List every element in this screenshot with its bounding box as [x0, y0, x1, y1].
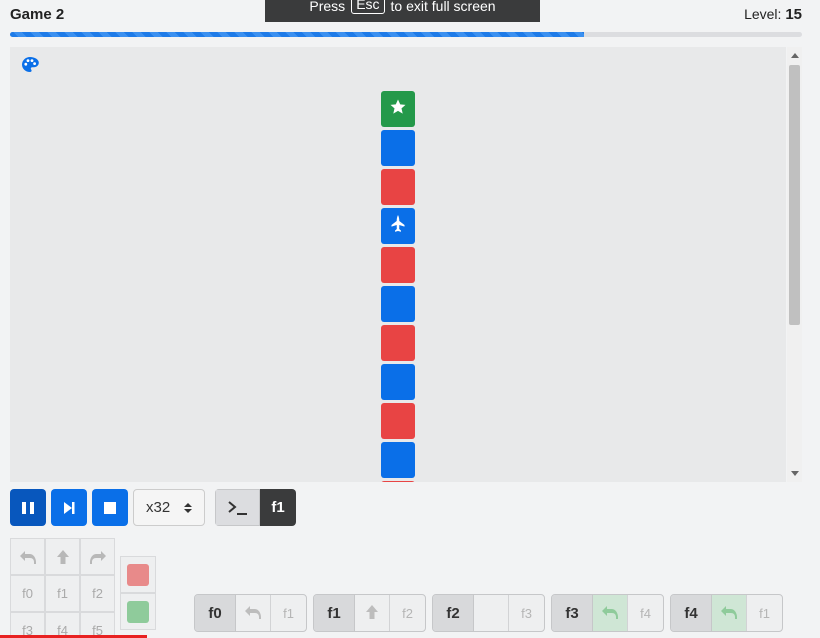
- game-board: [10, 47, 786, 482]
- turn-left-icon: [720, 604, 738, 623]
- call-f2-tool[interactable]: f2: [80, 575, 115, 612]
- game-title: Game 2: [10, 6, 65, 23]
- function-definitions: f0 f1 f1 f2 f2 f3 f3 f4 f4 f1: [194, 594, 783, 632]
- board-tile: [381, 208, 415, 244]
- level-progress-bar: [10, 32, 802, 37]
- function-slot[interactable]: [593, 595, 628, 631]
- function-name[interactable]: f3: [552, 595, 593, 631]
- function-f4: f4 f1: [670, 594, 783, 632]
- palette-icon[interactable]: [21, 56, 39, 74]
- ship-icon: [390, 214, 406, 239]
- board-tile: [381, 91, 415, 127]
- board-scrollbar[interactable]: [787, 47, 802, 482]
- function-console: f1: [215, 489, 296, 526]
- function-f0: f0 f1: [194, 594, 307, 632]
- command-toolbox: f0 f1 f2 f3 f4 f5: [10, 538, 156, 638]
- forward-icon: [364, 604, 380, 623]
- function-slot[interactable]: [474, 595, 509, 631]
- fullscreen-prefix: Press: [309, 0, 346, 14]
- pause-icon: [22, 501, 34, 514]
- level-label: Level:: [744, 6, 782, 22]
- tile-column: [381, 91, 415, 482]
- function-slot[interactable]: [236, 595, 271, 631]
- stop-button[interactable]: [92, 489, 128, 526]
- function-slot[interactable]: f4: [628, 595, 663, 631]
- console-button[interactable]: [215, 489, 260, 526]
- board-tile: [381, 130, 415, 166]
- function-f2: f2 f3: [432, 594, 545, 632]
- red-color-tool[interactable]: [120, 556, 156, 593]
- turn-left-tool[interactable]: [10, 538, 45, 575]
- function-slot[interactable]: f3: [509, 595, 544, 631]
- turn-left-icon: [601, 604, 619, 623]
- level-indicator: Level: 15: [744, 6, 802, 23]
- board-tile: [381, 403, 415, 439]
- function-name[interactable]: f4: [671, 595, 712, 631]
- board-tile: [381, 169, 415, 205]
- board-tile: [381, 481, 415, 482]
- board-tile: [381, 364, 415, 400]
- function-slot[interactable]: [355, 595, 390, 631]
- call-f1-tool[interactable]: f1: [45, 575, 80, 612]
- fullscreen-banner: Press Esc to exit full screen: [265, 0, 540, 22]
- scroll-thumb[interactable]: [789, 65, 800, 325]
- function-name[interactable]: f1: [314, 595, 355, 631]
- turn-left-icon: [244, 604, 262, 623]
- red-swatch: [127, 563, 149, 586]
- level-value: 15: [785, 6, 802, 23]
- fullscreen-suffix: to exit full screen: [390, 0, 496, 14]
- function-name[interactable]: f0: [195, 595, 236, 631]
- forward-tool[interactable]: [45, 538, 80, 575]
- star-icon: [389, 98, 407, 121]
- function-name[interactable]: f2: [433, 595, 474, 631]
- board-tile: [381, 325, 415, 361]
- function-slot[interactable]: [712, 595, 747, 631]
- green-color-tool[interactable]: [120, 593, 156, 630]
- scroll-down-arrow[interactable]: [791, 471, 799, 476]
- function-slot[interactable]: f1: [747, 595, 782, 631]
- function-slot[interactable]: f1: [271, 595, 306, 631]
- board-tile: [381, 286, 415, 322]
- select-caret-icon: [184, 502, 192, 513]
- step-forward-button[interactable]: [51, 489, 87, 526]
- call-f0-tool[interactable]: f0: [10, 575, 45, 612]
- scroll-up-arrow[interactable]: [791, 53, 799, 58]
- speed-value: x32: [146, 499, 171, 516]
- turn-right-icon: [89, 550, 106, 564]
- esc-key: Esc: [351, 0, 385, 14]
- green-swatch: [127, 600, 149, 623]
- turn-left-icon: [19, 550, 36, 564]
- terminal-icon: [227, 500, 247, 515]
- speed-select[interactable]: x32: [133, 489, 205, 526]
- color-tools: [120, 556, 156, 630]
- function-f3: f3 f4: [551, 594, 664, 632]
- board-tile: [381, 247, 415, 283]
- playback-controls: x32 f1: [10, 489, 296, 526]
- function-slot[interactable]: f2: [390, 595, 425, 631]
- pause-button[interactable]: [10, 489, 46, 526]
- board-tile: [381, 442, 415, 478]
- turn-right-tool[interactable]: [80, 538, 115, 575]
- forward-icon: [56, 549, 69, 564]
- stop-icon: [104, 501, 116, 514]
- function-f1: f1 f2: [313, 594, 426, 632]
- current-function-badge: f1: [260, 489, 296, 526]
- progress-fill: [10, 32, 585, 37]
- step-forward-icon: [64, 501, 75, 514]
